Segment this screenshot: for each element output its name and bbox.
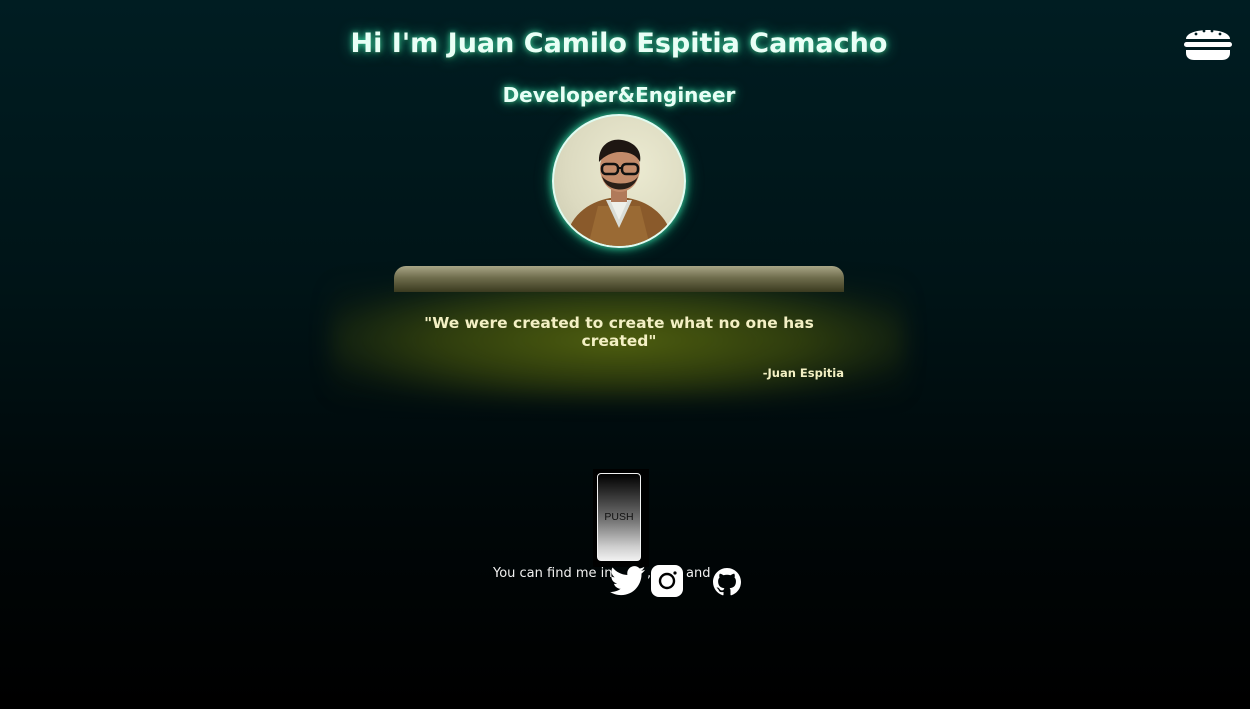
social-links-row: You can find me in , and [493, 565, 753, 601]
quote-author: -Juan Espitia [762, 366, 844, 380]
profile-photo [564, 139, 674, 246]
twitter-link[interactable] [609, 566, 646, 600]
push-button-frame: PUSH [593, 469, 649, 567]
quote-header-bar [394, 266, 844, 292]
social-intro-text: You can find me in [493, 566, 613, 581]
twitter-icon [609, 566, 646, 596]
quote-card: "We were created to create what no one h… [394, 266, 844, 396]
hamburger-menu-icon [1184, 29, 1232, 60]
github-link[interactable] [713, 568, 741, 600]
social-and-text: and [686, 566, 711, 581]
instagram-link[interactable] [651, 565, 683, 601]
hamburger-menu-button[interactable] [1182, 22, 1234, 62]
quote-text: "We were created to create what no one h… [424, 314, 814, 350]
push-button[interactable]: PUSH [597, 473, 641, 561]
page-title: Hi I'm Juan Camilo Espitia Camacho [350, 28, 888, 59]
avatar [552, 114, 686, 248]
subtitle-role: Developer&Engineer [502, 83, 736, 107]
instagram-icon [651, 565, 683, 597]
github-icon [713, 568, 741, 596]
